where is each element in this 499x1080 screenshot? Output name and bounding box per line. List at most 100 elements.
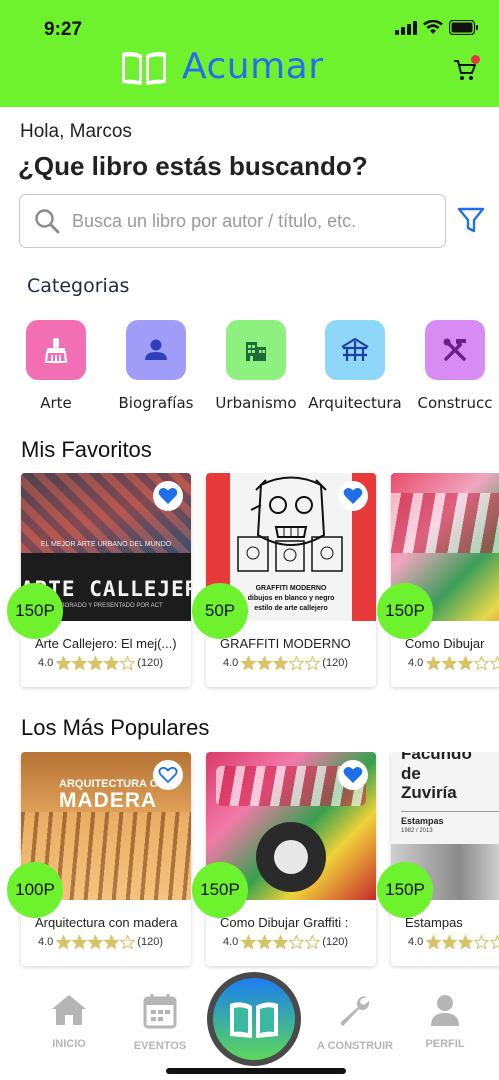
- star-filled-icon: [257, 935, 273, 949]
- favorite-button[interactable]: [338, 481, 368, 511]
- favorite-button[interactable]: [338, 760, 368, 790]
- review-count: (120): [322, 936, 348, 948]
- rating-stars: [56, 656, 136, 670]
- heart-icon: [343, 767, 363, 783]
- star-empty-icon: [305, 656, 321, 670]
- heart-icon: [343, 488, 363, 504]
- category-urbanismo[interactable]: Urbanismo: [201, 320, 311, 412]
- cover-text: estilo de arte callejero: [254, 605, 328, 612]
- book-card[interactable]: 150P Como Dibujar Graffiti : 4.0 (120): [192, 752, 376, 966]
- rating-value: 4.0: [38, 936, 54, 948]
- heart-outline-icon: [158, 766, 178, 784]
- book-card[interactable]: 150P Como Dibujar 4.0: [377, 473, 499, 687]
- category-label: Arte: [40, 394, 72, 412]
- category-arquitectura[interactable]: Arquitectura: [300, 320, 410, 412]
- category-arte[interactable]: Arte: [1, 320, 111, 412]
- category-label: Arquitectura: [308, 394, 402, 412]
- heart-icon: [158, 488, 178, 504]
- star-filled-icon: [458, 656, 474, 670]
- star-empty-icon: [289, 935, 305, 949]
- popular-row: ARQUITECTURA C MADERA 100P Arquitectura …: [0, 752, 499, 972]
- rating-stars: [241, 935, 321, 949]
- center-library-button-inner: [213, 978, 295, 1060]
- search-input[interactable]: [72, 210, 432, 232]
- nav-label: PERFIL: [425, 1038, 465, 1050]
- greeting: Hola, Marcos: [20, 121, 132, 142]
- home-icon: [52, 995, 86, 1025]
- favorite-button[interactable]: [153, 481, 183, 511]
- favorite-button[interactable]: [153, 760, 183, 790]
- review-count: (120): [137, 657, 163, 669]
- rating-value: 4.0: [408, 936, 424, 948]
- book-card[interactable]: GRAFFITI MODERNO dibujos en blanco y neg…: [192, 473, 376, 687]
- category-icon-box: [425, 320, 485, 380]
- open-book-logo-icon: [122, 51, 166, 85]
- star-filled-icon: [104, 935, 120, 949]
- cart-button[interactable]: [453, 55, 480, 87]
- star-empty-icon: [474, 656, 490, 670]
- review-count: (120): [137, 936, 163, 948]
- category-icon-box: [325, 320, 385, 380]
- book-card[interactable]: Facundo de Zuviría Estampas 1982 / 2013 …: [377, 752, 499, 966]
- book-rating: 4.0 (120): [38, 656, 163, 670]
- star-filled-icon: [426, 656, 442, 670]
- favorites-title: Mis Favoritos: [21, 437, 152, 462]
- cart-notification-dot: [471, 55, 480, 64]
- nav-label: A CONSTRUIR: [317, 1040, 393, 1052]
- cover-author-text: Facundo: [401, 752, 472, 763]
- brand: Acumar: [120, 46, 324, 87]
- star-filled-icon: [72, 656, 88, 670]
- search-bar[interactable]: [19, 194, 446, 248]
- cover-text: dibujos en blanco y negro: [247, 595, 335, 602]
- app-header: 9:27 Acumar: [0, 0, 499, 107]
- tools-icon: [443, 338, 466, 361]
- book-rating: 4.0 (120): [223, 656, 348, 670]
- popular-title: Los Más Populares: [21, 715, 210, 740]
- cover-title-text: MADERA: [59, 789, 158, 812]
- open-book-icon: [230, 1002, 278, 1038]
- nav-perfil[interactable]: PERFIL: [400, 993, 490, 1050]
- star-filled-icon: [273, 656, 289, 670]
- star-empty-icon: [305, 935, 321, 949]
- categories-title: Categorias: [27, 275, 130, 297]
- center-library-button[interactable]: [207, 972, 301, 1066]
- cover-title-text: Estampas: [401, 816, 444, 826]
- nav-eventos[interactable]: EVENTOS: [115, 993, 205, 1052]
- category-construccion[interactable]: Construcc: [400, 320, 499, 412]
- page-title: ¿Que libro estás buscando?: [18, 151, 368, 181]
- profile-icon: [431, 995, 459, 1026]
- status-icons: [395, 20, 479, 35]
- star-filled-icon: [88, 656, 104, 670]
- category-label: Urbanismo: [215, 394, 297, 412]
- book-title: GRAFFITI MODERNO: [220, 636, 351, 651]
- structure-icon: [341, 337, 369, 361]
- star-filled-icon: [458, 935, 474, 949]
- star-filled-icon: [241, 656, 257, 670]
- nav-label: INICIO: [52, 1038, 86, 1050]
- filter-button[interactable]: [457, 206, 485, 239]
- graffiti-faces-illustration: [237, 536, 343, 572]
- star-empty-icon: [120, 656, 136, 670]
- book-rating: 4.0: [408, 656, 499, 670]
- category-icon-box: [26, 320, 86, 380]
- cover-author-text: Zuviría: [401, 783, 457, 802]
- nav-inicio[interactable]: INICIO: [24, 993, 114, 1050]
- star-filled-icon: [104, 656, 120, 670]
- nav-a-construir[interactable]: A CONSTRUIR: [310, 993, 400, 1052]
- rating-stars: [56, 935, 136, 949]
- review-count: (120): [322, 657, 348, 669]
- star-filled-icon: [72, 935, 88, 949]
- star-filled-icon: [257, 656, 273, 670]
- price-badge: 50P: [192, 583, 248, 639]
- star-filled-icon: [426, 935, 442, 949]
- price-badge: 150P: [377, 862, 433, 918]
- star-filled-icon: [442, 935, 458, 949]
- star-empty-icon: [490, 656, 499, 670]
- status-time: 9:27: [44, 19, 83, 40]
- book-title: Como Dibujar: [405, 636, 485, 651]
- category-label: Construcc: [417, 394, 493, 412]
- book-rating: 4.0 (120): [38, 935, 163, 949]
- book-card[interactable]: ARQUITECTURA C MADERA 100P Arquitectura …: [7, 752, 191, 966]
- category-biografias[interactable]: Biografías: [101, 320, 211, 412]
- book-card[interactable]: EL MEJOR ARTE URBANO DEL MUNDO ARTE CALL…: [7, 473, 191, 687]
